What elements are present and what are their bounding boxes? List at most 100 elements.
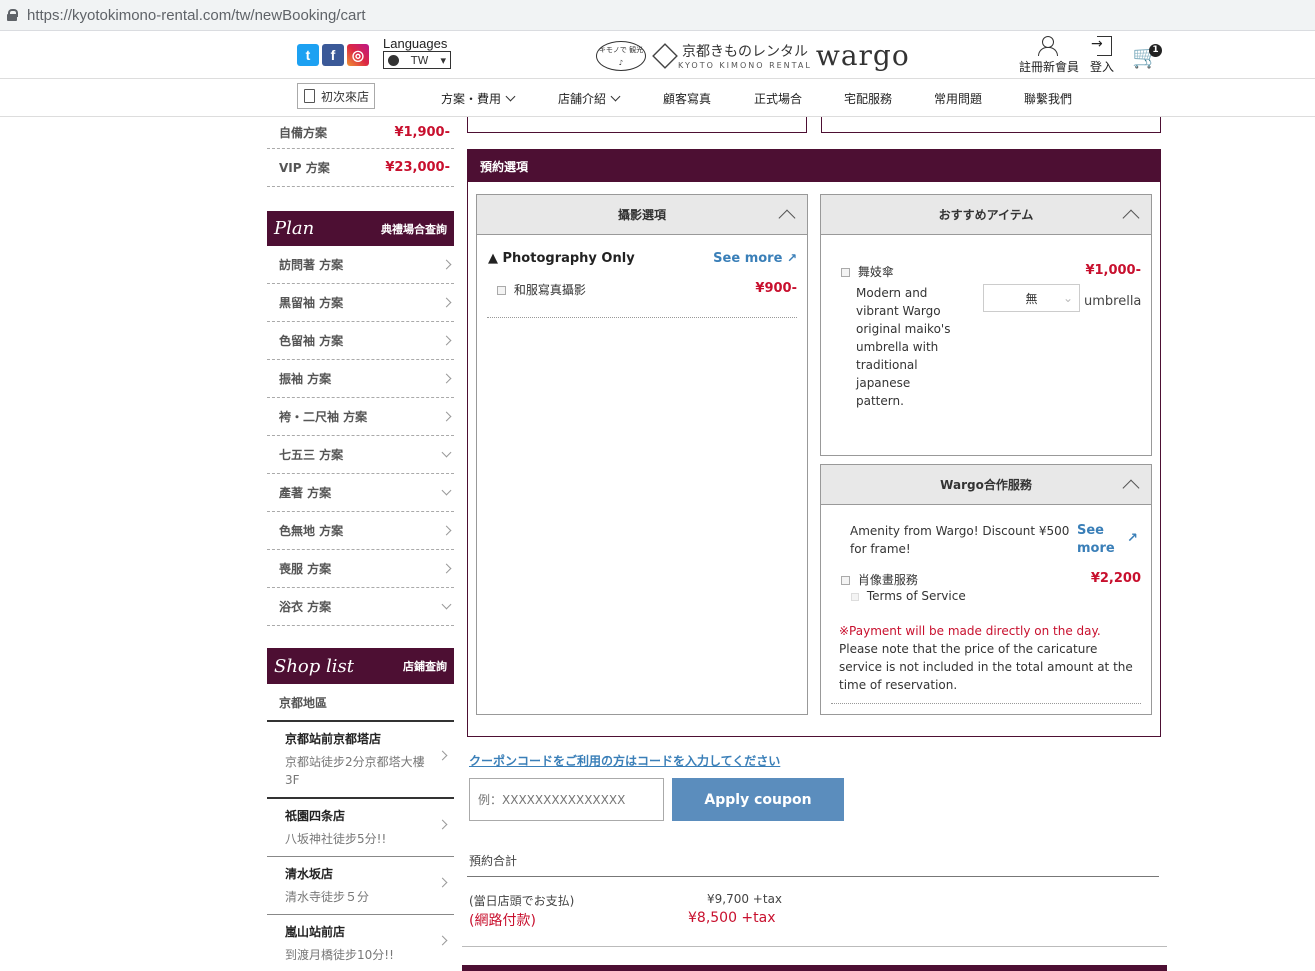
recommended-items-title: おすすめアイテム — [938, 208, 1034, 222]
umbrella-unit: umbrella — [1084, 294, 1142, 309]
external-link-icon[interactable]: ↗ — [1127, 531, 1138, 546]
chevron-up-icon[interactable] — [1122, 479, 1140, 497]
caret-down-icon: ▾ — [440, 53, 446, 67]
nav-item-faq[interactable]: 常用問題 — [934, 90, 982, 107]
umbrella-price: ¥1,000- — [1085, 263, 1141, 278]
logo-bubble: キモノで 観光♪ — [596, 40, 646, 71]
plan-item-label: 產著 方案 — [279, 486, 332, 500]
sidebar-plan-item[interactable]: 訪問著 方案 — [267, 246, 454, 284]
sidebar-price-row[interactable]: VIP 方案 ¥23,000- — [267, 149, 454, 187]
lock-icon — [7, 9, 18, 21]
recommended-items-header[interactable]: おすすめアイテム — [821, 195, 1151, 235]
chevron-down-icon — [441, 485, 452, 496]
terms-checkbox[interactable] — [851, 592, 859, 601]
plan-label: VIP 方案 — [279, 161, 330, 175]
plan-price: ¥23,000- — [385, 160, 450, 175]
book-icon — [304, 89, 315, 103]
caricature-checkbox[interactable] — [841, 576, 850, 585]
url-text[interactable]: https://kyotokimono-rental.com/tw/newBoo… — [27, 7, 365, 24]
recommended-items-card: おすすめアイテム 舞妓傘 ¥1,000- Modern and vibrant … — [820, 194, 1152, 456]
browser-url-bar[interactable]: https://kyotokimono-rental.com/tw/newBoo… — [0, 0, 1315, 31]
partner-services-header[interactable]: Wargo合作服務 — [821, 465, 1151, 505]
shop-list-header: Shop list 店鋪查詢 — [267, 648, 454, 684]
select-value: 無 — [1025, 291, 1038, 306]
sidebar-plan-item[interactable]: 黒留袖 方案 — [267, 284, 454, 322]
total-title: 預約合計 — [469, 854, 518, 868]
umbrella-quantity-select[interactable]: 無 ⌄ — [983, 284, 1080, 312]
first-visit-button[interactable]: 初次來店 — [297, 83, 375, 109]
nav-item-gallery[interactable]: 顧客寫真 — [663, 90, 711, 107]
caricature-label: 肖像畫服務 — [857, 573, 918, 587]
plan-item-label: 色留袖 方案 — [279, 334, 344, 348]
shop-item[interactable]: 清水坂店 清水寺徒步５分 — [267, 857, 454, 915]
apply-coupon-button[interactable]: Apply coupon — [672, 778, 844, 821]
photo-see-more-link[interactable]: See more ↗ — [713, 251, 797, 266]
nav-item-formal[interactable]: 正式場合 — [754, 90, 802, 107]
login-icon — [1091, 36, 1113, 56]
coupon-link[interactable]: クーポンコードをご利用の方はコードを入力してください — [469, 752, 780, 769]
register-label: 註冊新會員 — [1019, 60, 1080, 74]
nav-item-plans[interactable]: 方案・費用 — [441, 90, 516, 107]
photo-item-checkbox[interactable] — [497, 286, 506, 295]
previous-box-right — [821, 117, 1161, 133]
coupon-input[interactable] — [469, 778, 664, 821]
payment-note: Please note that the price of the carica… — [839, 642, 1133, 692]
chevron-right-icon — [437, 750, 448, 761]
umbrella-checkbox[interactable] — [841, 268, 850, 277]
facebook-icon[interactable]: f — [322, 44, 344, 66]
chevron-right-icon — [437, 819, 448, 830]
sidebar-plan-item[interactable]: 振袖 方案 — [267, 360, 454, 398]
logo-jp: 京都きものレンタル — [682, 44, 808, 60]
shop-list-title: Shop list — [274, 655, 354, 677]
shop-address: 京都站徒步2分京都塔大樓3F — [285, 755, 425, 787]
nav-item-shops[interactable]: 店舗介紹 — [558, 90, 621, 107]
sidebar-price-row[interactable]: 自備方案 ¥1,900- — [267, 117, 454, 149]
chevron-down-icon — [505, 91, 516, 102]
sidebar-plan-item[interactable]: 產著 方案 — [267, 474, 454, 512]
sidebar-plan-item[interactable]: 色留袖 方案 — [267, 322, 454, 360]
sidebar-plan-item[interactable]: 浴衣 方案 — [267, 588, 454, 626]
chevron-up-icon[interactable] — [1122, 209, 1140, 227]
nav-item-delivery[interactable]: 宅配服務 — [844, 90, 892, 107]
plan-subtitle[interactable]: 典禮場合查詢 — [381, 221, 447, 237]
terms-label[interactable]: Terms of Service — [867, 589, 966, 603]
shop-item[interactable]: 祇園四条店 八坂神社徒步5分!! — [267, 799, 454, 857]
site-logo[interactable]: キモノで 観光♪ 京都きものレンタル KYOTO KIMONO RENTAL w… — [596, 39, 910, 72]
nav-item-label: 方案・費用 — [441, 92, 502, 106]
chevron-right-icon — [441, 259, 452, 270]
twitter-icon[interactable]: t — [297, 44, 319, 66]
language-select[interactable]: TW ▾ — [383, 51, 451, 69]
recommended-item: 舞妓傘 — [841, 263, 894, 280]
chevron-down-icon — [441, 599, 452, 610]
shop-list-subtitle[interactable]: 店鋪查詢 — [403, 658, 447, 674]
sidebar-plan-item[interactable]: 喪服 方案 — [267, 550, 454, 588]
login-link[interactable]: 登入 — [1090, 36, 1114, 75]
chevron-right-icon — [441, 525, 452, 536]
sidebar-plan-item[interactable]: 七五三 方案 — [267, 436, 454, 474]
register-link[interactable]: 註冊新會員 — [1019, 36, 1079, 75]
sidebar-plan-item[interactable]: 色無地 方案 — [267, 512, 454, 550]
caricature-price: ¥2,200 — [1090, 571, 1141, 586]
sidebar-plan-item[interactable]: 袴・二尺袖 方案 — [267, 398, 454, 436]
chevron-up-icon[interactable] — [778, 209, 796, 227]
shop-name: 清水坂店 — [285, 867, 334, 881]
plan-title: Plan — [274, 218, 315, 239]
divider — [487, 317, 797, 318]
terms-row: Terms of Service — [851, 589, 966, 603]
shop-item[interactable]: 京都站前京都塔店 京都站徒步2分京都塔大樓3F — [267, 722, 454, 799]
partner-see-more-link[interactable]: See more — [1077, 522, 1121, 558]
language-value: TW — [410, 53, 429, 67]
cart-button[interactable]: 🛒 1 — [1132, 43, 1162, 69]
shop-name: 祇園四条店 — [285, 809, 346, 823]
nav-item-contact[interactable]: 聯繫我們 — [1024, 90, 1072, 107]
first-visit-label: 初次來店 — [321, 89, 370, 104]
instagram-icon[interactable]: ◎ — [347, 44, 369, 66]
chevron-down-icon: ⌄ — [1062, 291, 1073, 305]
shop-item[interactable]: 嵐山站前店 到渡月橋徒步10分!! — [267, 915, 454, 971]
photo-section-toggle[interactable]: ▲ Photography Only — [488, 251, 635, 266]
nav-item-label: 宅配服務 — [844, 92, 893, 106]
chevron-right-icon — [441, 297, 452, 308]
nav-item-label: 正式場合 — [754, 92, 803, 106]
user-add-icon — [1038, 36, 1060, 56]
photo-options-header[interactable]: 攝影選項 — [477, 195, 807, 235]
